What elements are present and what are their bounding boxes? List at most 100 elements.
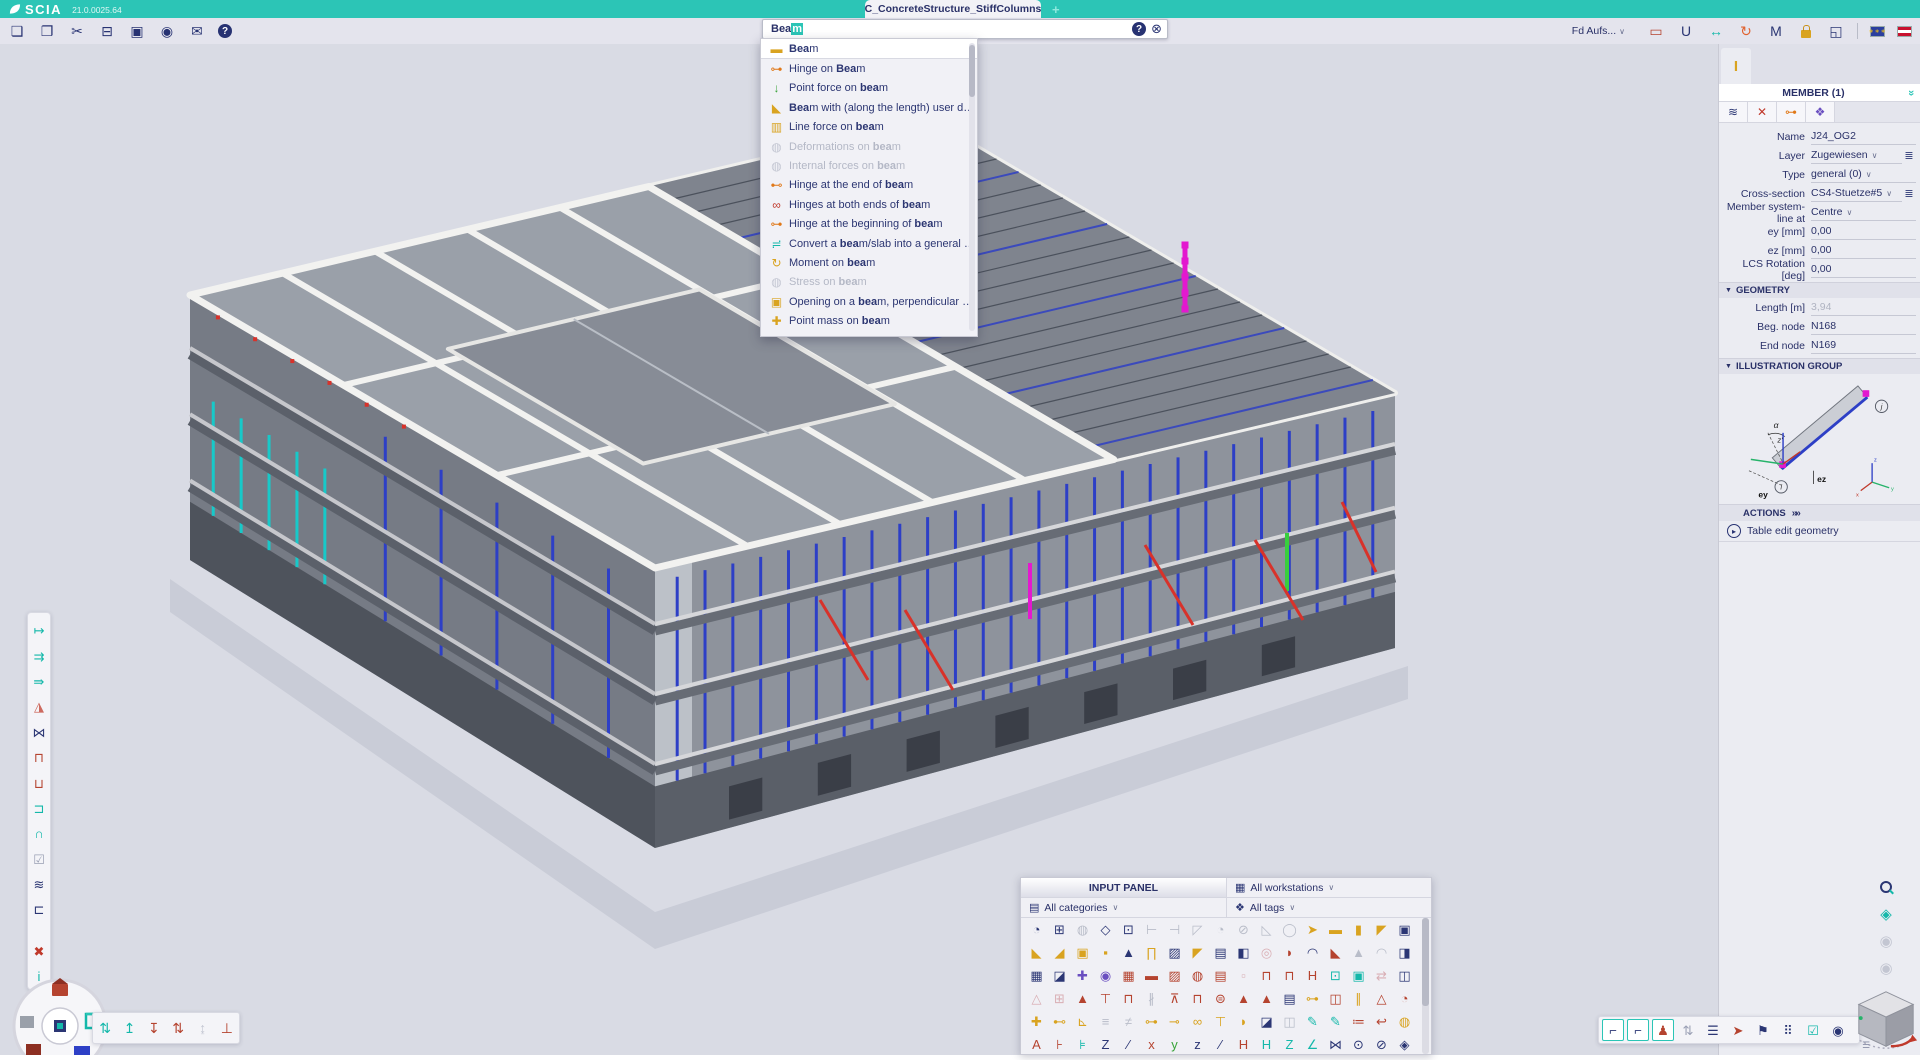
- search-help-icon[interactable]: ?: [1132, 22, 1146, 36]
- input-panel-icon[interactable]: ⊓: [1255, 964, 1278, 987]
- input-panel-icon[interactable]: ▤: [1278, 987, 1301, 1010]
- moment-box-icon[interactable]: M: [1767, 22, 1785, 40]
- input-panel-icon[interactable]: ⊤: [1094, 987, 1117, 1010]
- input-panel-icon[interactable]: ∕: [1209, 1033, 1232, 1056]
- input-panel-icon[interactable]: △: [1025, 987, 1048, 1010]
- input-panel-icon[interactable]: ▬: [1324, 918, 1347, 941]
- input-panel-icon[interactable]: ▲: [1347, 941, 1370, 964]
- refresh-icon[interactable]: ↻: [1737, 22, 1755, 40]
- dim-beam-icon[interactable]: ↧: [145, 1019, 163, 1037]
- input-panel-icon[interactable]: ⇄: [1370, 964, 1393, 987]
- input-panel-icon[interactable]: H: [1232, 1033, 1255, 1056]
- input-panel-icon[interactable]: ✚: [1025, 1010, 1048, 1033]
- calculate-icon[interactable]: ▣: [128, 22, 146, 40]
- input-panel-icon[interactable]: ✚: [1071, 964, 1094, 987]
- search-close-icon[interactable]: ⊗: [1151, 21, 1162, 37]
- input-panel-icon[interactable]: ◠: [1301, 941, 1324, 964]
- hide-layer-icon[interactable]: ◉: [1877, 932, 1895, 950]
- input-panel-icon[interactable]: ▦: [1117, 964, 1140, 987]
- input-panel-icon[interactable]: ◍: [1071, 918, 1094, 941]
- connect-members-icon[interactable]: ⊐: [29, 796, 49, 821]
- input-panel-icon[interactable]: ◸: [1186, 918, 1209, 941]
- input-panel-icon[interactable]: ⊦: [1048, 1033, 1071, 1056]
- input-panel-icon[interactable]: ⊞: [1048, 987, 1071, 1010]
- intersect-icon[interactable]: ⋈: [29, 720, 49, 745]
- search-result-item[interactable]: ↻Moment on beam: [761, 253, 977, 272]
- settings-icon[interactable]: ≣: [1902, 187, 1916, 200]
- property-value-field[interactable]: 0,00: [1811, 224, 1916, 240]
- input-panel-icon[interactable]: ◪: [1255, 1010, 1278, 1033]
- input-panel-icon[interactable]: ≠: [1117, 1010, 1140, 1033]
- search-result-item[interactable]: ≓Convert a beam/slab into a general …: [761, 234, 977, 253]
- tags-filter[interactable]: ❖ All tags ∨: [1227, 898, 1431, 917]
- flag-eu-icon[interactable]: ∗∗∗: [1870, 26, 1885, 37]
- input-panel-icon[interactable]: ⊘: [1232, 918, 1255, 941]
- input-panel-icon[interactable]: ◍: [1186, 964, 1209, 987]
- input-panel-icon[interactable]: ◣: [1324, 941, 1347, 964]
- input-panel-icon[interactable]: ◉: [1094, 964, 1117, 987]
- input-panel-icon[interactable]: ≡: [1094, 1010, 1117, 1033]
- input-panel-icon[interactable]: ▣: [1393, 918, 1416, 941]
- input-panel-icon[interactable]: ⋈: [1324, 1033, 1347, 1056]
- search-result-item[interactable]: ▬Beam: [761, 39, 977, 59]
- workstations-filter[interactable]: ▦ All workstations ∨: [1227, 878, 1431, 897]
- input-panel-icon[interactable]: ⊶: [1140, 1010, 1163, 1033]
- input-panel-icon[interactable]: ↩: [1370, 1010, 1393, 1033]
- input-panel-icon[interactable]: x: [1140, 1033, 1163, 1056]
- input-panel-icon[interactable]: ⊷: [1048, 1010, 1071, 1033]
- search-result-item[interactable]: ⊶Hinge on Beam: [761, 59, 977, 78]
- view-frame-icon[interactable]: ▭: [1647, 22, 1665, 40]
- report-icon[interactable]: ✉: [188, 22, 206, 40]
- input-panel-icon[interactable]: ✎: [1301, 1010, 1324, 1033]
- help-search-icon[interactable]: ?: [218, 24, 232, 38]
- input-panel-icon[interactable]: ⊡: [1117, 918, 1140, 941]
- mirror-icon[interactable]: ◮: [29, 694, 49, 719]
- input-panel-icon[interactable]: ◗: [1278, 941, 1301, 964]
- dim-list-icon[interactable]: ↥: [120, 1019, 138, 1037]
- dim-disabled-icon[interactable]: ↨: [193, 1019, 211, 1037]
- input-panel-icon[interactable]: ⊸: [1163, 1010, 1186, 1033]
- project-tab[interactable]: C_ConcreteStructure_StiffColumns: [865, 0, 1041, 18]
- input-panel-icon[interactable]: ◗: [1232, 1010, 1255, 1033]
- search-result-item[interactable]: ↓Point force on beam: [761, 79, 977, 98]
- search-result-item[interactable]: ⊷Hinge at the end of beam: [761, 176, 977, 195]
- property-value-field[interactable]: 0,00: [1811, 243, 1916, 259]
- input-panel-icon[interactable]: ◫: [1393, 964, 1416, 987]
- input-panel-icon[interactable]: ⊞: [1048, 918, 1071, 941]
- input-panel-icon[interactable]: ◪: [1048, 964, 1071, 987]
- input-panel-icon[interactable]: ◫: [1324, 987, 1347, 1010]
- visibility-icon[interactable]: ◉: [1827, 1019, 1849, 1041]
- person-view-icon[interactable]: ♟: [1652, 1019, 1674, 1041]
- property-value-dropdown[interactable]: general (0)∨: [1811, 167, 1916, 183]
- settings-icon[interactable]: ≣: [1902, 149, 1916, 162]
- open-project-icon[interactable]: ❐: [38, 22, 56, 40]
- input-panel-icon[interactable]: ⊜: [1209, 987, 1232, 1010]
- input-panel-icon[interactable]: ▲: [1117, 941, 1140, 964]
- sort-icon[interactable]: ⇅: [1677, 1019, 1699, 1041]
- layers-icon[interactable]: ≋: [29, 872, 49, 897]
- delete-icon[interactable]: ✖: [29, 938, 49, 963]
- database-icon[interactable]: ☰: [1702, 1019, 1724, 1041]
- chevron-expand-icon[interactable]: »: [1905, 89, 1917, 95]
- input-panel-icon[interactable]: ⊓: [1186, 987, 1209, 1010]
- input-panel-icon[interactable]: ∥: [1347, 987, 1370, 1010]
- search-result-item[interactable]: ∞Hinges at both ends of beam: [761, 195, 977, 214]
- view-settings-icon[interactable]: ◉: [158, 22, 176, 40]
- input-panel-icon[interactable]: Z: [1278, 1033, 1301, 1056]
- input-panel-icon[interactable]: ▣: [1347, 964, 1370, 987]
- input-panel-icon[interactable]: H: [1255, 1033, 1278, 1056]
- input-panel-icon[interactable]: ◎: [1255, 941, 1278, 964]
- property-value-field[interactable]: J24_OG2: [1811, 129, 1916, 145]
- table-edit-geometry-action[interactable]: ▸ Table edit geometry: [1719, 521, 1920, 542]
- search-result-item[interactable]: ⊶Hinge at the beginning of beam: [761, 215, 977, 234]
- input-panel-icon[interactable]: ◫: [1278, 1010, 1301, 1033]
- input-panel-icon[interactable]: ◤: [1370, 918, 1393, 941]
- dim-edit-icon[interactable]: ⊥: [218, 1019, 236, 1037]
- section-header[interactable]: ▼ILLUSTRATION GROUP: [1719, 358, 1920, 374]
- input-panel-icon[interactable]: ◈: [1393, 1033, 1416, 1056]
- spotlight-search-input[interactable]: Beam ? ⊗: [762, 19, 1168, 39]
- input-panel-icon[interactable]: ◔: [1393, 987, 1416, 1010]
- input-panel-icon[interactable]: ◍: [1393, 1010, 1416, 1033]
- property-value-field[interactable]: 0,00: [1811, 262, 1916, 278]
- input-panel-icon[interactable]: ▤: [1209, 941, 1232, 964]
